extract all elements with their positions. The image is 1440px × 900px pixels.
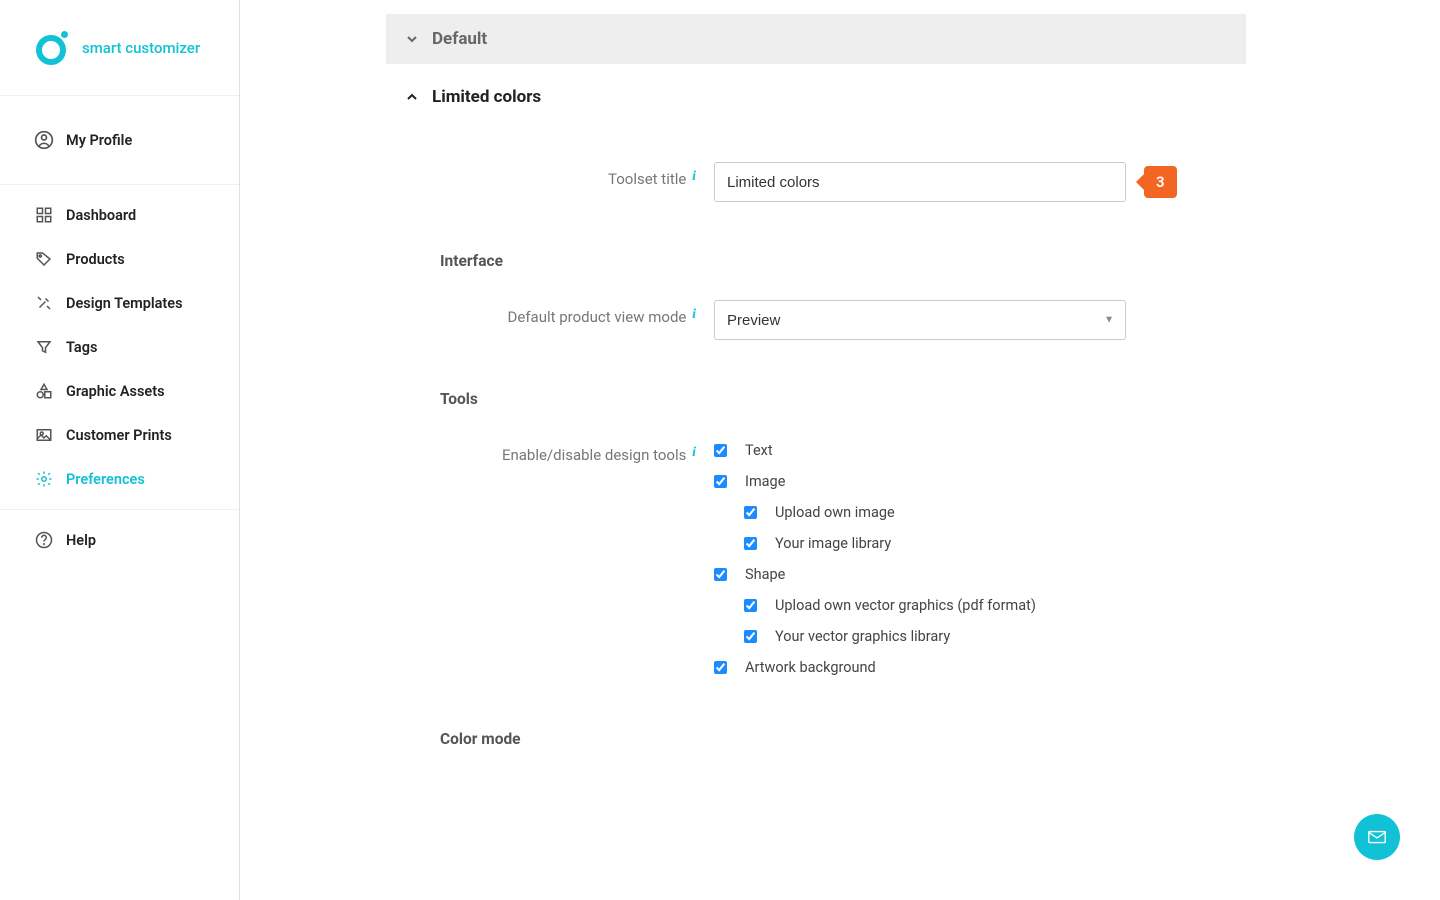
checkbox-label: Upload own vector graphics (pdf format)	[775, 597, 1036, 614]
checkbox-label: Image	[745, 473, 785, 490]
colormode-heading: Color mode	[440, 730, 1246, 748]
sidebar-item-help[interactable]: Help	[0, 518, 239, 562]
sidebar-item-label: Help	[66, 532, 96, 549]
viewmode-select[interactable]: Preview	[714, 300, 1126, 340]
sidebar-item-products[interactable]: Products	[0, 237, 239, 281]
checkbox-label: Your image library	[775, 535, 891, 552]
checkbox-label: Text	[745, 442, 773, 459]
sidebar-item-label: Graphic Assets	[66, 383, 165, 400]
sidebar-item-customer-prints[interactable]: Customer Prints	[0, 413, 239, 457]
sidebar-item-tags[interactable]: Tags	[0, 325, 239, 369]
toolset-title-label: Toolset title	[608, 170, 686, 188]
viewmode-label: Default product view mode	[508, 308, 687, 326]
filter-icon	[34, 337, 54, 357]
accordion-default-title: Default	[432, 29, 487, 49]
checkbox-artwork-bg[interactable]	[714, 661, 727, 674]
checkbox-label: Upload own image	[775, 504, 895, 521]
user-circle-icon	[34, 130, 54, 150]
sidebar-item-preferences[interactable]: Preferences	[0, 457, 239, 501]
sidebar: smart customizer My Profile Dashboard	[0, 0, 240, 900]
sidebar-item-label: Preferences	[66, 471, 145, 488]
sidebar-item-dashboard[interactable]: Dashboard	[0, 193, 239, 237]
chevron-up-icon	[404, 89, 424, 105]
gear-icon	[34, 469, 54, 489]
dashboard-icon	[34, 205, 54, 225]
tag-icon	[34, 249, 54, 269]
tools-icon	[34, 293, 54, 313]
brand-logo[interactable]: smart customizer	[0, 0, 239, 96]
sidebar-item-design-templates[interactable]: Design Templates	[0, 281, 239, 325]
sidebar-my-profile-label: My Profile	[66, 132, 132, 149]
checkbox-shape[interactable]	[714, 568, 727, 581]
help-icon	[34, 530, 54, 550]
info-icon[interactable]: i	[692, 307, 696, 322]
sidebar-item-label: Design Templates	[66, 295, 183, 312]
logo-icon	[36, 31, 70, 65]
info-icon[interactable]: i	[692, 169, 696, 184]
chevron-down-icon	[404, 31, 424, 47]
mail-icon	[1366, 826, 1388, 848]
checkbox-shape-library[interactable]	[744, 630, 757, 643]
accordion-default[interactable]: Default	[386, 14, 1246, 64]
checkbox-label: Your vector graphics library	[775, 628, 950, 645]
checkbox-image-library[interactable]	[744, 537, 757, 550]
checkbox-text[interactable]	[714, 444, 727, 457]
tools-enable-label: Enable/disable design tools	[502, 446, 686, 464]
brand-name: smart customizer	[82, 39, 200, 57]
shapes-icon	[34, 381, 54, 401]
tools-heading: Tools	[440, 390, 1246, 408]
sidebar-item-label: Products	[66, 251, 125, 268]
translations-badge[interactable]: 3	[1144, 166, 1177, 198]
accordion-limited-colors[interactable]: Limited colors	[386, 72, 1246, 122]
sidebar-item-graphic-assets[interactable]: Graphic Assets	[0, 369, 239, 413]
main-content: Default Limited colors Toolset title i	[240, 0, 1440, 900]
tools-checkbox-list: Text Image Upload own image Your image l…	[714, 438, 1036, 690]
sidebar-item-label: Tags	[66, 339, 97, 356]
checkbox-label: Artwork background	[745, 659, 876, 676]
accordion-expanded-title: Limited colors	[432, 87, 541, 107]
interface-heading: Interface	[440, 252, 1246, 270]
info-icon[interactable]: i	[692, 445, 696, 460]
sidebar-item-label: Dashboard	[66, 207, 136, 224]
toolset-title-input[interactable]	[714, 162, 1126, 202]
image-icon	[34, 425, 54, 445]
checkbox-image-upload[interactable]	[744, 506, 757, 519]
chat-button[interactable]	[1354, 814, 1400, 860]
sidebar-my-profile[interactable]: My Profile	[0, 104, 239, 176]
checkbox-image[interactable]	[714, 475, 727, 488]
checkbox-shape-upload[interactable]	[744, 599, 757, 612]
checkbox-label: Shape	[745, 566, 785, 583]
sidebar-item-label: Customer Prints	[66, 427, 172, 444]
